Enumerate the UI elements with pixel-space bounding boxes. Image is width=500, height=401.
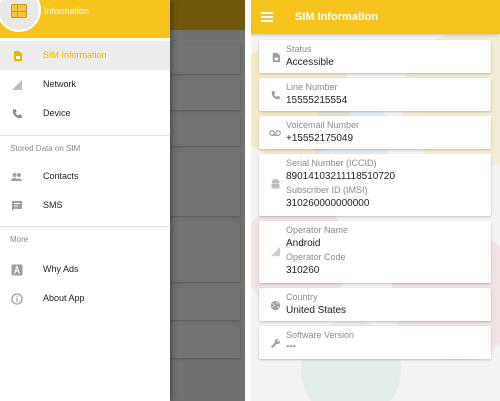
phone-icon — [269, 89, 281, 101]
drawer-item-about-app[interactable]: About App — [0, 284, 170, 313]
sim-chip-icon — [11, 4, 27, 18]
serial-number-value: 89014103211118510720 — [286, 171, 396, 182]
drawer-item-contacts[interactable]: Contacts — [0, 162, 170, 191]
drawer-item-label: Why Ads — [43, 264, 79, 274]
subscriber-id-value: 310260000000000 — [286, 198, 370, 209]
phone-icon — [10, 107, 23, 120]
drawer-divider — [0, 135, 170, 136]
card-status: Status Accessible — [259, 40, 491, 73]
serial-number-label: Serial Number (ICCID) — [286, 158, 377, 168]
hamburger-menu-icon[interactable] — [261, 12, 273, 22]
app-logo-avatar — [0, 0, 41, 32]
status-value: Accessible — [286, 57, 334, 68]
software-version-value: --- — [286, 341, 296, 352]
drawer-header-title: Information — [44, 6, 90, 16]
right-screen: SIM Information Status Accessible Line N… — [251, 0, 500, 401]
drawer-divider — [0, 226, 170, 227]
voicemail-icon — [269, 127, 281, 139]
line-number-value: 15555215554 — [286, 95, 348, 106]
subscriber-id-label: Subscriber ID (IMSI) — [286, 185, 368, 195]
voicemail-value: +15552175049 — [286, 133, 354, 144]
operator-code-value: 310260 — [286, 265, 320, 276]
signal-icon — [269, 245, 281, 257]
people-icon — [10, 170, 23, 183]
operator-name-label: Operator Name — [286, 225, 349, 235]
font-a-icon — [10, 263, 23, 276]
card-voicemail: Voicemail Number +15552175049 — [259, 116, 491, 149]
wrench-icon — [269, 337, 281, 349]
section-stored-data: Stored Data on SIM — [10, 144, 81, 153]
card-line-number: Line Number 15555215554 — [259, 78, 491, 111]
drawer-item-network[interactable]: Network — [0, 70, 170, 99]
voicemail-label: Voicemail Number — [286, 120, 360, 130]
message-icon — [10, 199, 23, 212]
card-serial-number: Serial Number (ICCID) 890141032111185107… — [259, 154, 491, 216]
sim-card-icon — [269, 51, 281, 63]
left-screen: Information SIM Information Network Devi… — [0, 0, 245, 401]
app-bar: SIM Information — [251, 0, 500, 34]
drawer-item-label: About App — [43, 293, 85, 303]
status-label: Status — [286, 44, 312, 54]
line-number-label: Line Number — [286, 82, 338, 92]
drawer-item-label: Network — [43, 79, 77, 89]
card-country: Country United States — [259, 288, 491, 321]
section-more: More — [10, 235, 29, 244]
navigation-drawer: Information SIM Information Network Devi… — [0, 0, 170, 401]
drawer-header: Information — [0, 0, 170, 38]
drawer-item-sim-information[interactable]: SIM Information — [0, 41, 170, 70]
info-icon — [10, 292, 23, 305]
drawer-item-sms[interactable]: SMS — [0, 191, 170, 220]
drawer-item-label: SMS — [43, 200, 63, 210]
software-version-label: Software Version — [286, 330, 355, 340]
drawer-item-label: Contacts — [43, 171, 79, 181]
sim-card-icon — [10, 49, 23, 62]
android-icon — [269, 178, 281, 190]
country-value: United States — [286, 305, 347, 316]
operator-name-value: Android — [286, 238, 321, 249]
card-operator: Operator Name Android Operator Code 3102… — [259, 221, 491, 283]
drawer-item-label: Device — [43, 108, 71, 118]
card-software-version: Software Version --- — [259, 326, 491, 359]
signal-icon — [10, 78, 23, 91]
country-label: Country — [286, 292, 318, 302]
globe-icon — [269, 299, 281, 311]
operator-code-label: Operator Code — [286, 252, 346, 262]
drawer-item-label: SIM Information — [43, 50, 107, 60]
drawer-item-why-ads[interactable]: Why Ads — [0, 255, 170, 284]
page-title: SIM Information — [295, 11, 379, 23]
drawer-item-device[interactable]: Device — [0, 99, 170, 128]
